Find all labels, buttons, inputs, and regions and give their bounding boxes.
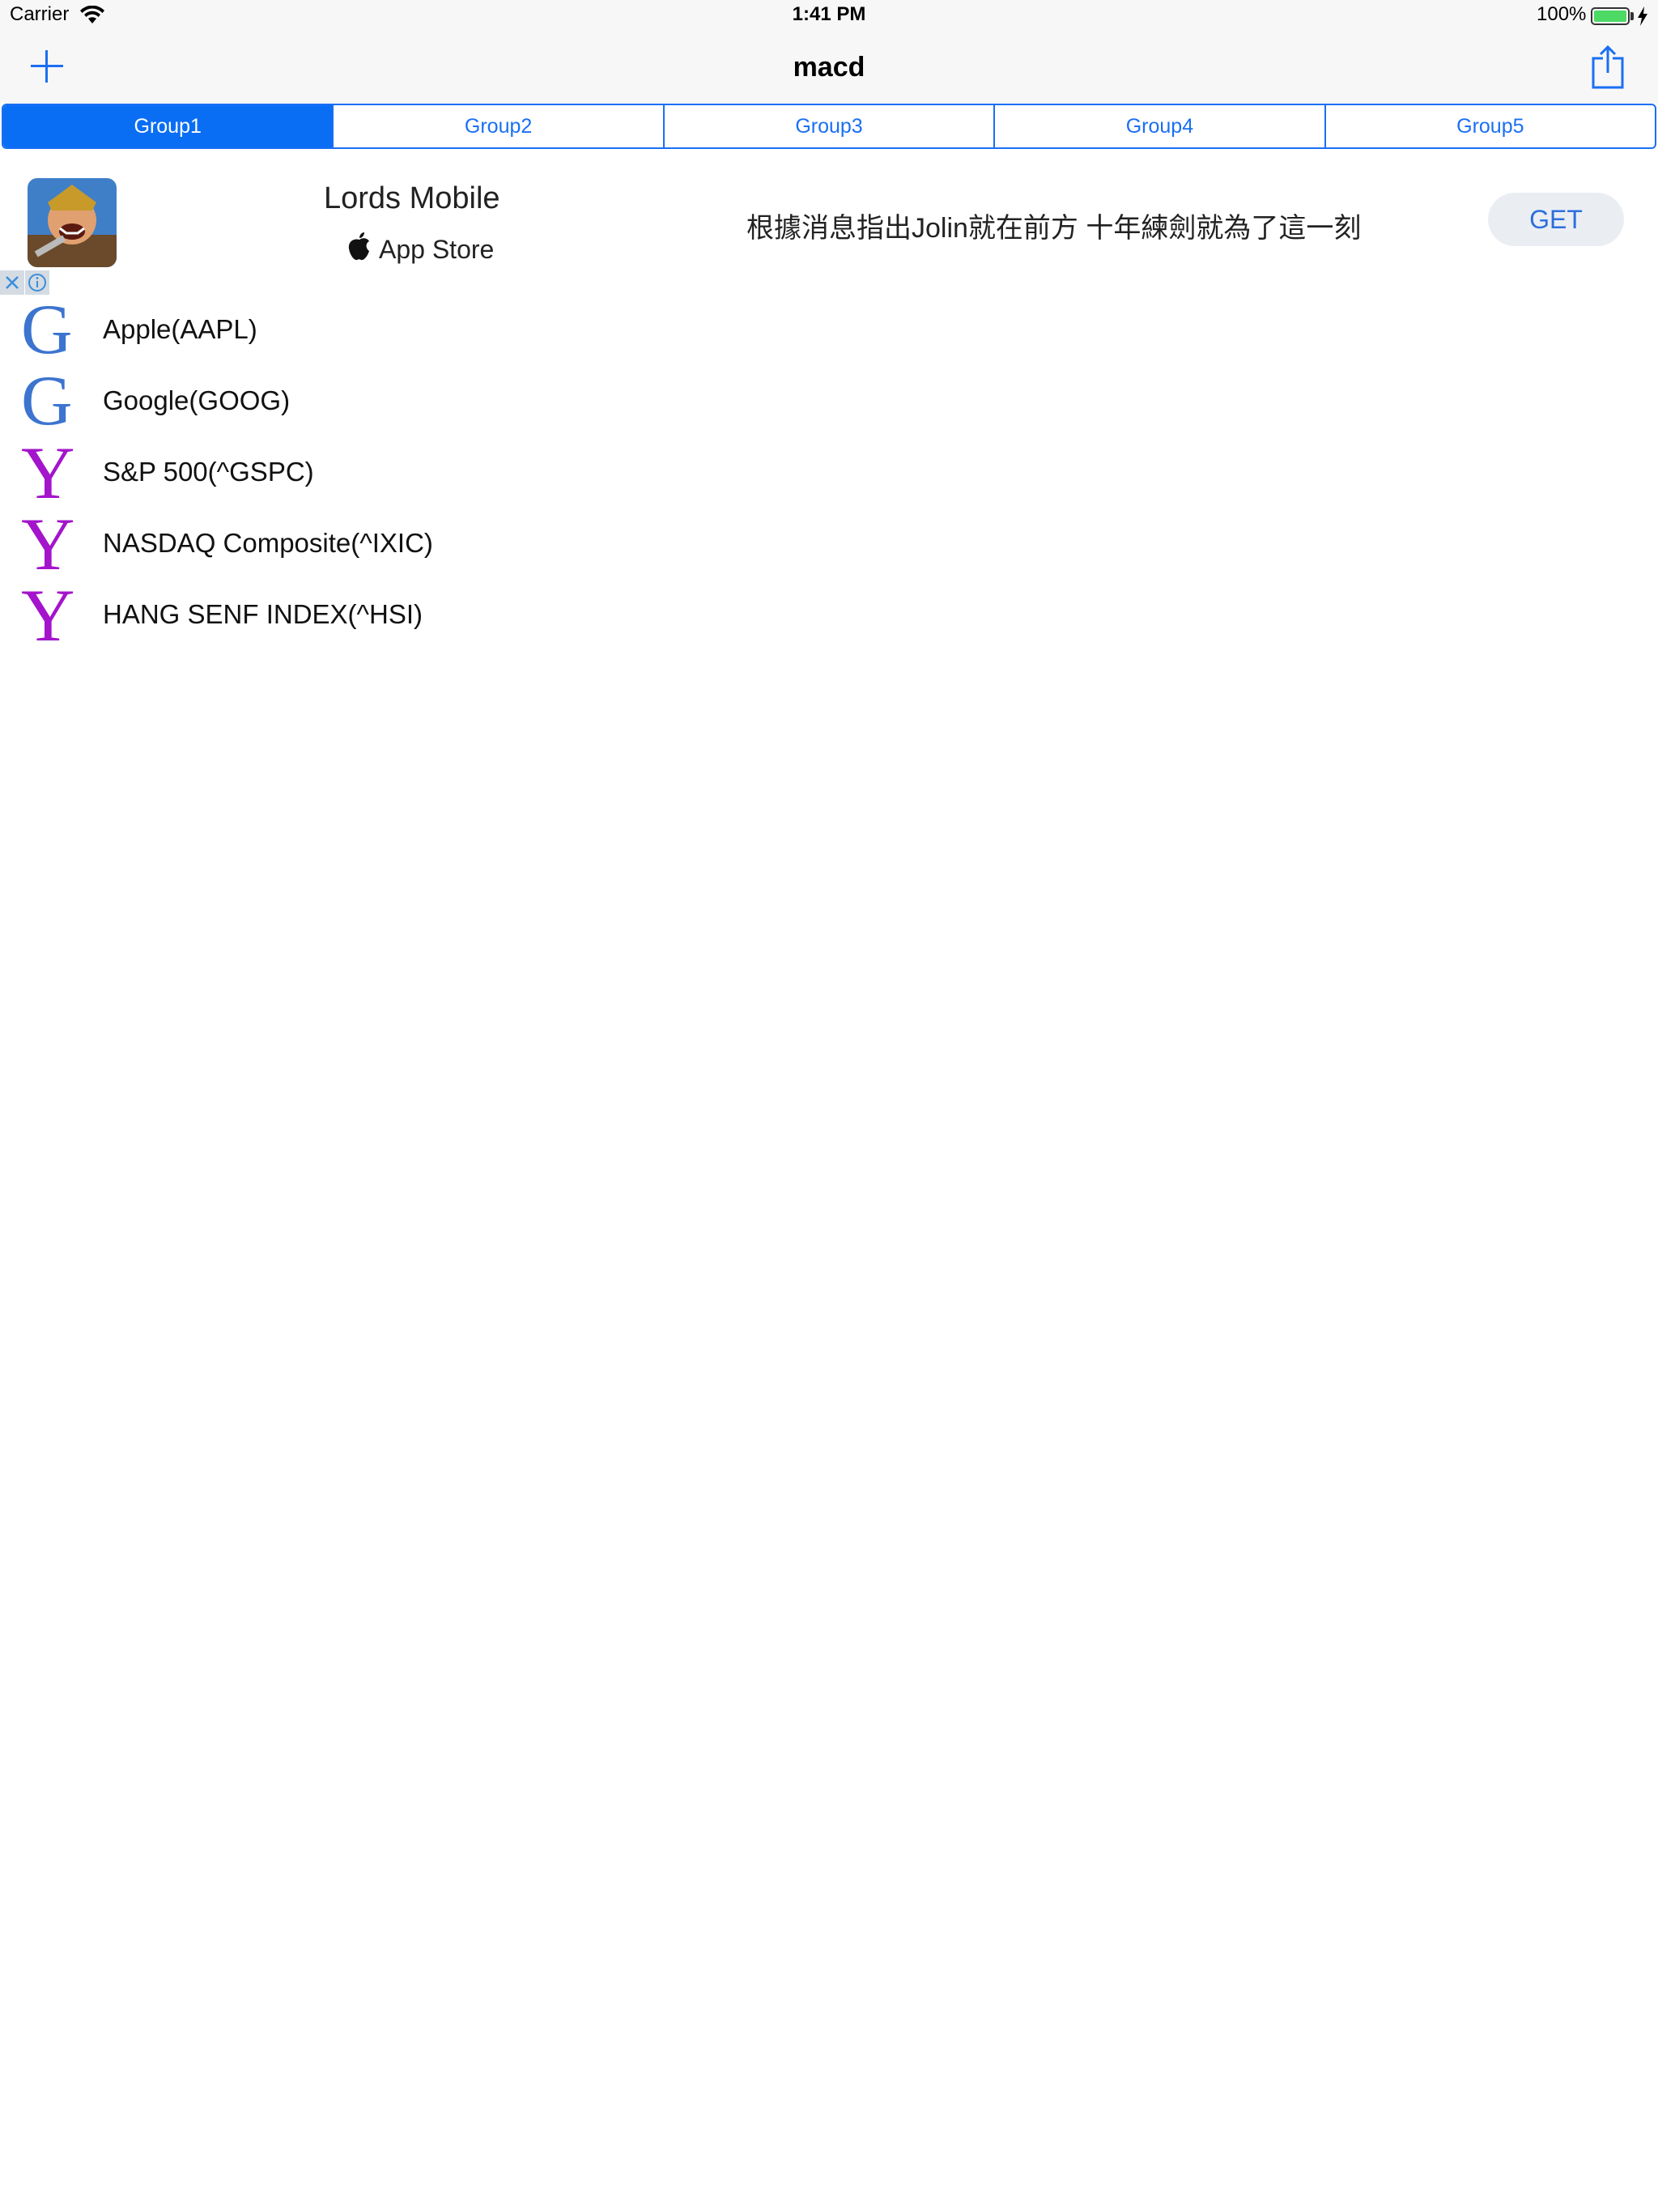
battery-icon	[1591, 7, 1630, 25]
page-title: macd	[793, 52, 865, 83]
group-segmented-control: Group1 Group2 Group3 Group4 Group5	[2, 104, 1656, 149]
apple-logo-icon	[348, 232, 369, 261]
status-bar: Carrier 1:41 PM 100%	[0, 0, 1658, 32]
navigation-bar: macd	[0, 32, 1658, 104]
ad-store-label: App Store	[379, 235, 495, 264]
stock-name: Apple(AAPL)	[103, 314, 257, 344]
get-button[interactable]: GET	[1488, 193, 1624, 246]
share-icon[interactable]	[1590, 44, 1626, 91]
tab-group1[interactable]: Group1	[3, 105, 333, 147]
yahoo-logo-icon: Y	[21, 432, 75, 514]
yahoo-logo-icon: Y	[21, 503, 75, 585]
list-item[interactable]: Y S&P 500(^GSPC)	[0, 432, 1658, 514]
battery-fill	[1594, 11, 1626, 22]
tab-group2[interactable]: Group2	[332, 105, 662, 147]
google-logo-icon: G	[21, 291, 73, 369]
tab-group3[interactable]: Group3	[662, 105, 993, 147]
list-item[interactable]: G Google(GOOG)	[0, 366, 1658, 437]
battery-tip	[1630, 12, 1634, 20]
stock-name: NASDAQ Composite(^IXIC)	[103, 528, 433, 558]
ad-app-name: Lords Mobile	[324, 181, 500, 215]
google-logo-icon: G	[21, 362, 73, 440]
list-item[interactable]: G Apple(AAPL)	[0, 295, 1658, 366]
tab-group5[interactable]: Group5	[1324, 105, 1655, 147]
clock: 1:41 PM	[792, 3, 866, 25]
app-icon	[28, 178, 117, 267]
screen: Carrier 1:41 PM 100% macd Group1 Group2	[0, 0, 1658, 2212]
list-item[interactable]: Y NASDAQ Composite(^IXIC)	[0, 503, 1658, 585]
stock-name: Google(GOOG)	[103, 385, 291, 415]
ad-banner[interactable]: Lords Mobile App Store 根據消息指出Jolin就在前方 十…	[0, 173, 1658, 267]
stock-list: G Apple(AAPL) G Google(GOOG) Y S&P 500(^…	[0, 295, 1658, 657]
tab-group4[interactable]: Group4	[993, 105, 1324, 147]
stock-name: S&P 500(^GSPC)	[103, 457, 314, 487]
battery-percent: 100%	[1537, 3, 1587, 25]
ad-description: 根據消息指出Jolin就在前方 十年練劍就為了這一刻	[746, 213, 1362, 244]
lightning-bolt-icon	[1638, 6, 1647, 26]
stock-name: HANG SENF INDEX(^HSI)	[103, 599, 423, 629]
yahoo-logo-icon: Y	[21, 574, 75, 657]
list-item[interactable]: Y HANG SENF INDEX(^HSI)	[0, 574, 1658, 657]
